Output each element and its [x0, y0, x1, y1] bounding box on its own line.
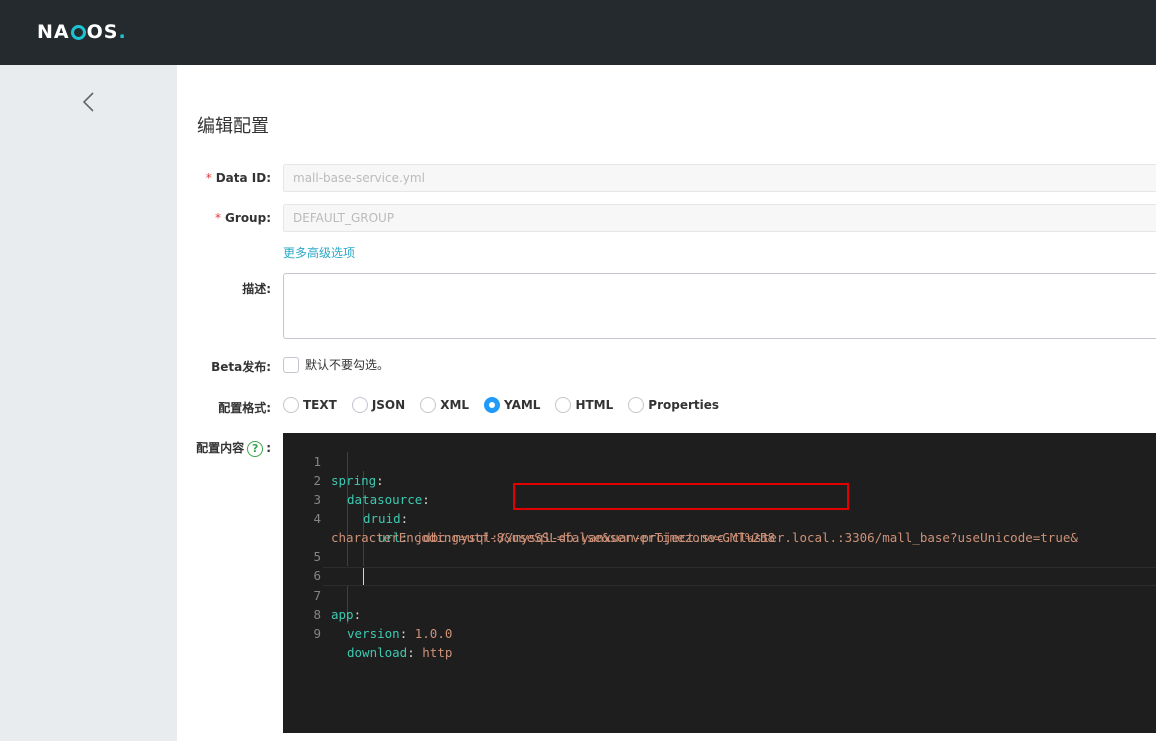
required-mark: *: [215, 211, 222, 225]
logo-ring-icon: [70, 24, 86, 40]
line-number: 9: [313, 626, 321, 641]
code-line: 8 version: 1.0.0: [283, 586, 1156, 641]
text-cursor: [363, 568, 364, 585]
code-line: 1 spring:: [283, 433, 1156, 488]
description-label: 描述:: [242, 282, 271, 296]
radio-xml[interactable]: XML: [420, 397, 469, 413]
radio-label: TEXT: [303, 398, 337, 412]
radio-yaml[interactable]: YAML: [484, 397, 540, 413]
logo-text-right: OS: [86, 21, 119, 43]
code-line: 2 datasource:: [283, 452, 1156, 507]
beta-checkbox-text: 默认不要勾选。: [305, 358, 390, 372]
radio-label: JSON: [371, 398, 406, 412]
main-content: 编辑配置 * Data ID: mall-base-service.yml * Gr…: [177, 65, 1156, 741]
logo-text-left: NA: [37, 21, 70, 43]
radio-label: XML: [440, 398, 470, 412]
group-label-text: Group:: [225, 211, 271, 225]
radio-text[interactable]: TEXT: [283, 397, 337, 413]
code-editor[interactable]: 1 spring: 2 datasource: 3 druid: 4 url: …: [283, 433, 1156, 733]
yaml-colon: :: [399, 626, 408, 641]
radio-properties[interactable]: Properties: [628, 397, 719, 413]
sidebar: [0, 65, 177, 741]
yaml-key: version: [347, 626, 400, 641]
description-textarea[interactable]: [283, 273, 1156, 339]
data-id-label: * Data ID:: [206, 171, 271, 185]
radio-circle: [628, 397, 645, 413]
beta-label: Beta发布:: [211, 360, 271, 374]
radio-circle: [420, 397, 437, 413]
help-icon[interactable]: ?: [247, 440, 264, 457]
advanced-options-link[interactable]: 更多高级选项: [283, 244, 355, 261]
group-label: * Group:: [215, 211, 271, 225]
content-label: 配置内容?:: [196, 439, 271, 457]
logo-dot: .: [118, 21, 127, 43]
required-mark: *: [205, 171, 212, 185]
yaml-value: 1.0.0: [414, 626, 453, 641]
code-line: 5: [283, 528, 1156, 564]
radio-label: HTML: [575, 398, 614, 412]
content-label-colon: :: [266, 441, 271, 455]
content-label-text: 配置内容: [196, 441, 245, 455]
radio-circle: [283, 397, 299, 413]
radio-circle: [555, 397, 572, 413]
yaml-key: download: [347, 645, 408, 660]
data-id-input[interactable]: mall-base-service.yml: [283, 164, 1156, 192]
top-bar: NA OS .: [0, 0, 1156, 65]
radio-html[interactable]: HTML: [555, 397, 613, 413]
group-input[interactable]: DEFAULT_GROUP: [283, 204, 1156, 232]
page-title: 编辑配置: [197, 116, 269, 137]
radio-circle: [351, 397, 368, 413]
data-id-label-text: Data ID:: [215, 171, 271, 185]
radio-label: YAML: [504, 398, 541, 412]
radio-json[interactable]: JSON: [351, 397, 406, 413]
radio-label: Properties: [648, 398, 720, 412]
beta-checkbox-row: 默认不要勾选。: [283, 356, 389, 373]
chevron-left-icon[interactable]: [78, 91, 100, 113]
nacos-logo[interactable]: NA OS .: [37, 20, 127, 44]
beta-checkbox[interactable]: [283, 356, 299, 373]
format-label: 配置格式:: [218, 401, 271, 415]
code-text: download: http: [347, 643, 452, 662]
code-line: 7 app:: [283, 567, 1156, 622]
yaml-value: http: [422, 645, 453, 660]
yaml-colon: :: [407, 645, 415, 660]
format-radio-group: TEXT JSON XML YAML HTML Properties: [283, 397, 734, 413]
code-text: version: 1.0.0: [347, 624, 452, 643]
code-line: 9 download: http: [283, 605, 1156, 660]
code-line: 6: [283, 547, 1156, 583]
code-line-wrapped: characterEncoding=utf-8&useSSL=false&ser…: [283, 509, 1156, 545]
annotation-highlight-box: [513, 483, 849, 510]
radio-circle-checked: [484, 397, 501, 413]
